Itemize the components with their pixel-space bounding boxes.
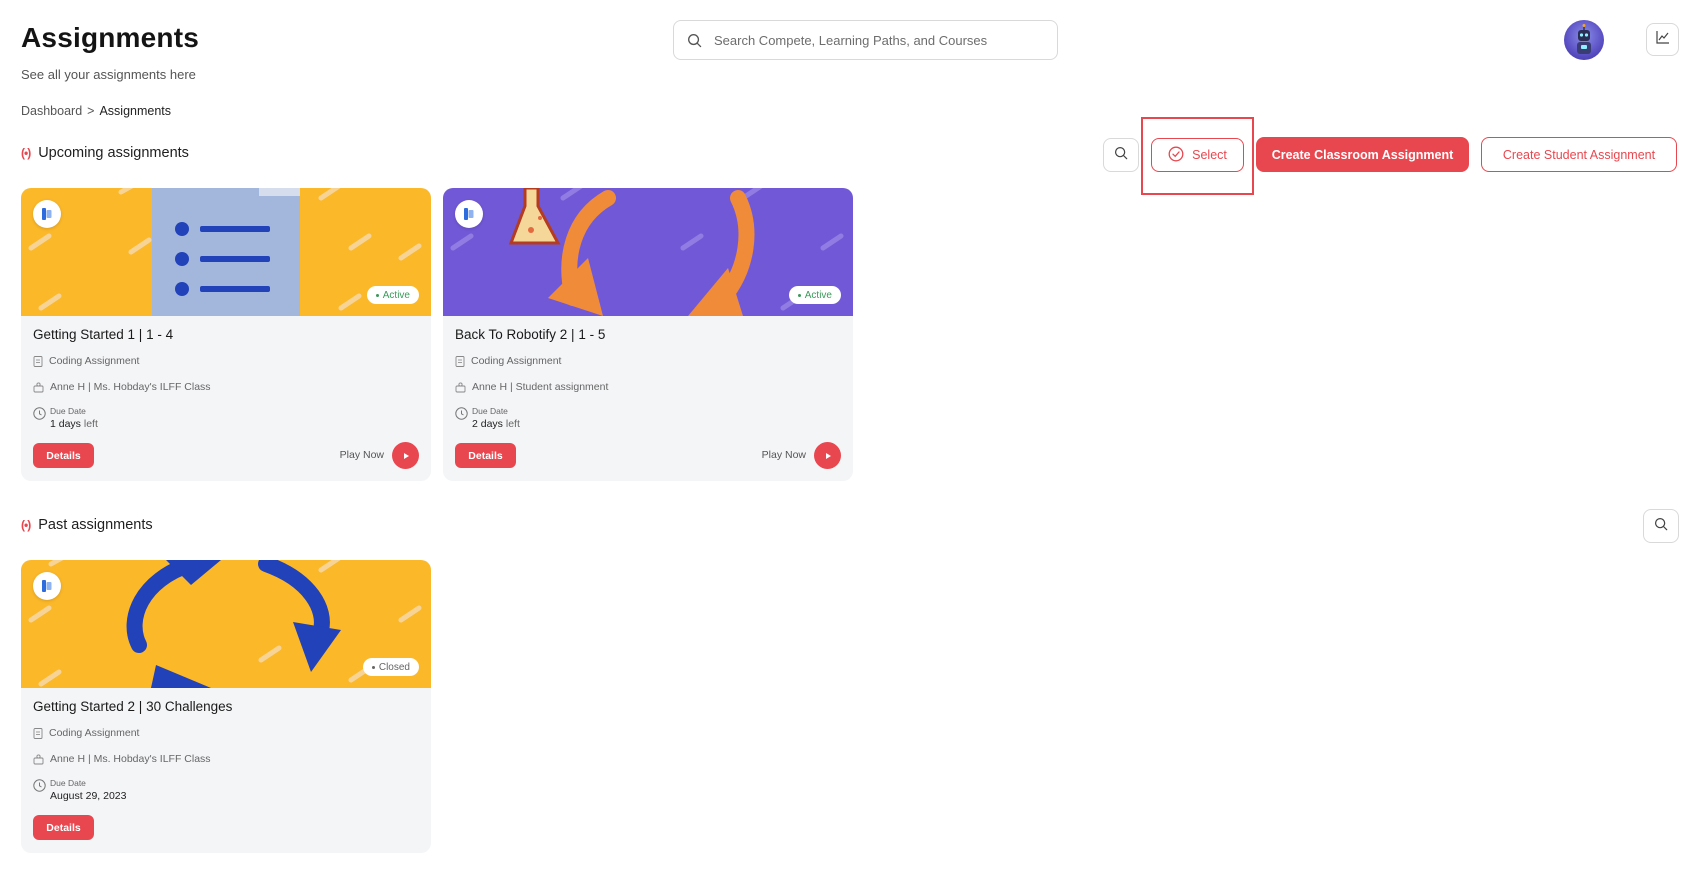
upcoming-search-button[interactable] xyxy=(1103,138,1139,172)
card-banner: Active xyxy=(443,188,853,316)
check-circle-icon xyxy=(1168,146,1184,165)
create-classroom-assignment-button[interactable]: Create Classroom Assignment xyxy=(1256,137,1469,172)
select-button[interactable]: Select xyxy=(1151,138,1244,172)
user-avatar[interactable] xyxy=(1564,20,1604,60)
past-search-button[interactable] xyxy=(1643,509,1679,543)
page-subtitle: See all your assignments here xyxy=(21,67,196,82)
assignment-card[interactable]: Closed Getting Started 2 | 30 Challenges… xyxy=(21,560,431,853)
play-now-label[interactable]: Play Now xyxy=(762,449,806,461)
status-badge: Closed xyxy=(362,658,419,676)
search-icon xyxy=(1654,517,1668,536)
details-button[interactable]: Details xyxy=(33,815,94,840)
details-button[interactable]: Details xyxy=(33,443,94,468)
card-type: Coding Assignment xyxy=(33,727,139,739)
line-chart-icon xyxy=(1655,30,1670,49)
create-student-assignment-button[interactable]: Create Student Assignment xyxy=(1481,137,1677,172)
upcoming-section-title: Upcoming assignments xyxy=(38,145,189,161)
play-now-label[interactable]: Play Now xyxy=(340,449,384,461)
card-owner: Anne H | Ms. Hobday's ILFF Class xyxy=(33,381,211,393)
play-icon xyxy=(403,452,409,459)
stats-button[interactable] xyxy=(1646,23,1679,56)
clock-icon xyxy=(33,407,46,425)
search-icon xyxy=(1114,146,1128,165)
page-title: Assignments xyxy=(21,22,200,53)
assignment-card[interactable]: Active Back To Robotify 2 | 1 - 5 Coding… xyxy=(443,188,853,481)
breadcrumb-separator: > xyxy=(87,104,95,118)
broadcast-icon: (•) xyxy=(21,146,31,160)
robot-avatar-icon xyxy=(1577,24,1591,54)
global-search-bar[interactable] xyxy=(673,20,1058,60)
course-logo-icon xyxy=(455,200,483,228)
card-owner: Anne H | Ms. Hobday's ILFF Class xyxy=(33,753,211,765)
card-owner: Anne H | Student assignment xyxy=(455,381,608,393)
card-title: Back To Robotify 2 | 1 - 5 xyxy=(455,327,606,342)
status-badge: Active xyxy=(366,286,419,304)
card-title: Getting Started 1 | 1 - 4 xyxy=(33,327,174,342)
breadcrumb-dashboard[interactable]: Dashboard xyxy=(21,104,82,118)
course-logo-icon xyxy=(33,572,61,600)
document-icon xyxy=(455,355,465,367)
assignment-card[interactable]: Active Getting Started 1 | 1 - 4 Coding … xyxy=(21,188,431,481)
card-banner: Closed xyxy=(21,560,431,688)
clock-icon xyxy=(455,407,468,425)
classroom-icon xyxy=(33,381,44,392)
due-date-label: Due Date xyxy=(50,406,86,416)
due-date-value: August 29, 2023 xyxy=(50,790,127,802)
document-icon xyxy=(33,727,43,739)
due-date-value: 1 days left xyxy=(50,418,98,430)
document-icon xyxy=(33,355,43,367)
due-date-label: Due Date xyxy=(50,778,86,788)
clock-icon xyxy=(33,779,46,797)
card-type: Coding Assignment xyxy=(455,355,561,367)
broadcast-icon: (•) xyxy=(21,518,31,532)
breadcrumb-current: Assignments xyxy=(99,104,172,118)
play-button[interactable] xyxy=(814,442,841,469)
details-button[interactable]: Details xyxy=(455,443,516,468)
due-date-label: Due Date xyxy=(472,406,508,416)
card-title: Getting Started 2 | 30 Challenges xyxy=(33,699,233,714)
upcoming-section-header: (•) Upcoming assignments xyxy=(21,145,189,161)
search-icon xyxy=(687,33,702,53)
due-date-value: 2 days left xyxy=(472,418,520,430)
search-input[interactable] xyxy=(714,32,1034,48)
past-section-header: (•) Past assignments xyxy=(21,517,153,533)
course-logo-icon xyxy=(33,200,61,228)
card-type: Coding Assignment xyxy=(33,355,139,367)
card-banner: Active xyxy=(21,188,431,316)
play-button[interactable] xyxy=(392,442,419,469)
classroom-icon xyxy=(455,381,466,392)
breadcrumb: Dashboard > Assignments xyxy=(21,104,171,118)
select-label: Select xyxy=(1192,148,1227,162)
play-icon xyxy=(825,452,831,459)
classroom-icon xyxy=(33,753,44,764)
status-badge: Active xyxy=(788,286,841,304)
past-section-title: Past assignments xyxy=(38,517,153,533)
